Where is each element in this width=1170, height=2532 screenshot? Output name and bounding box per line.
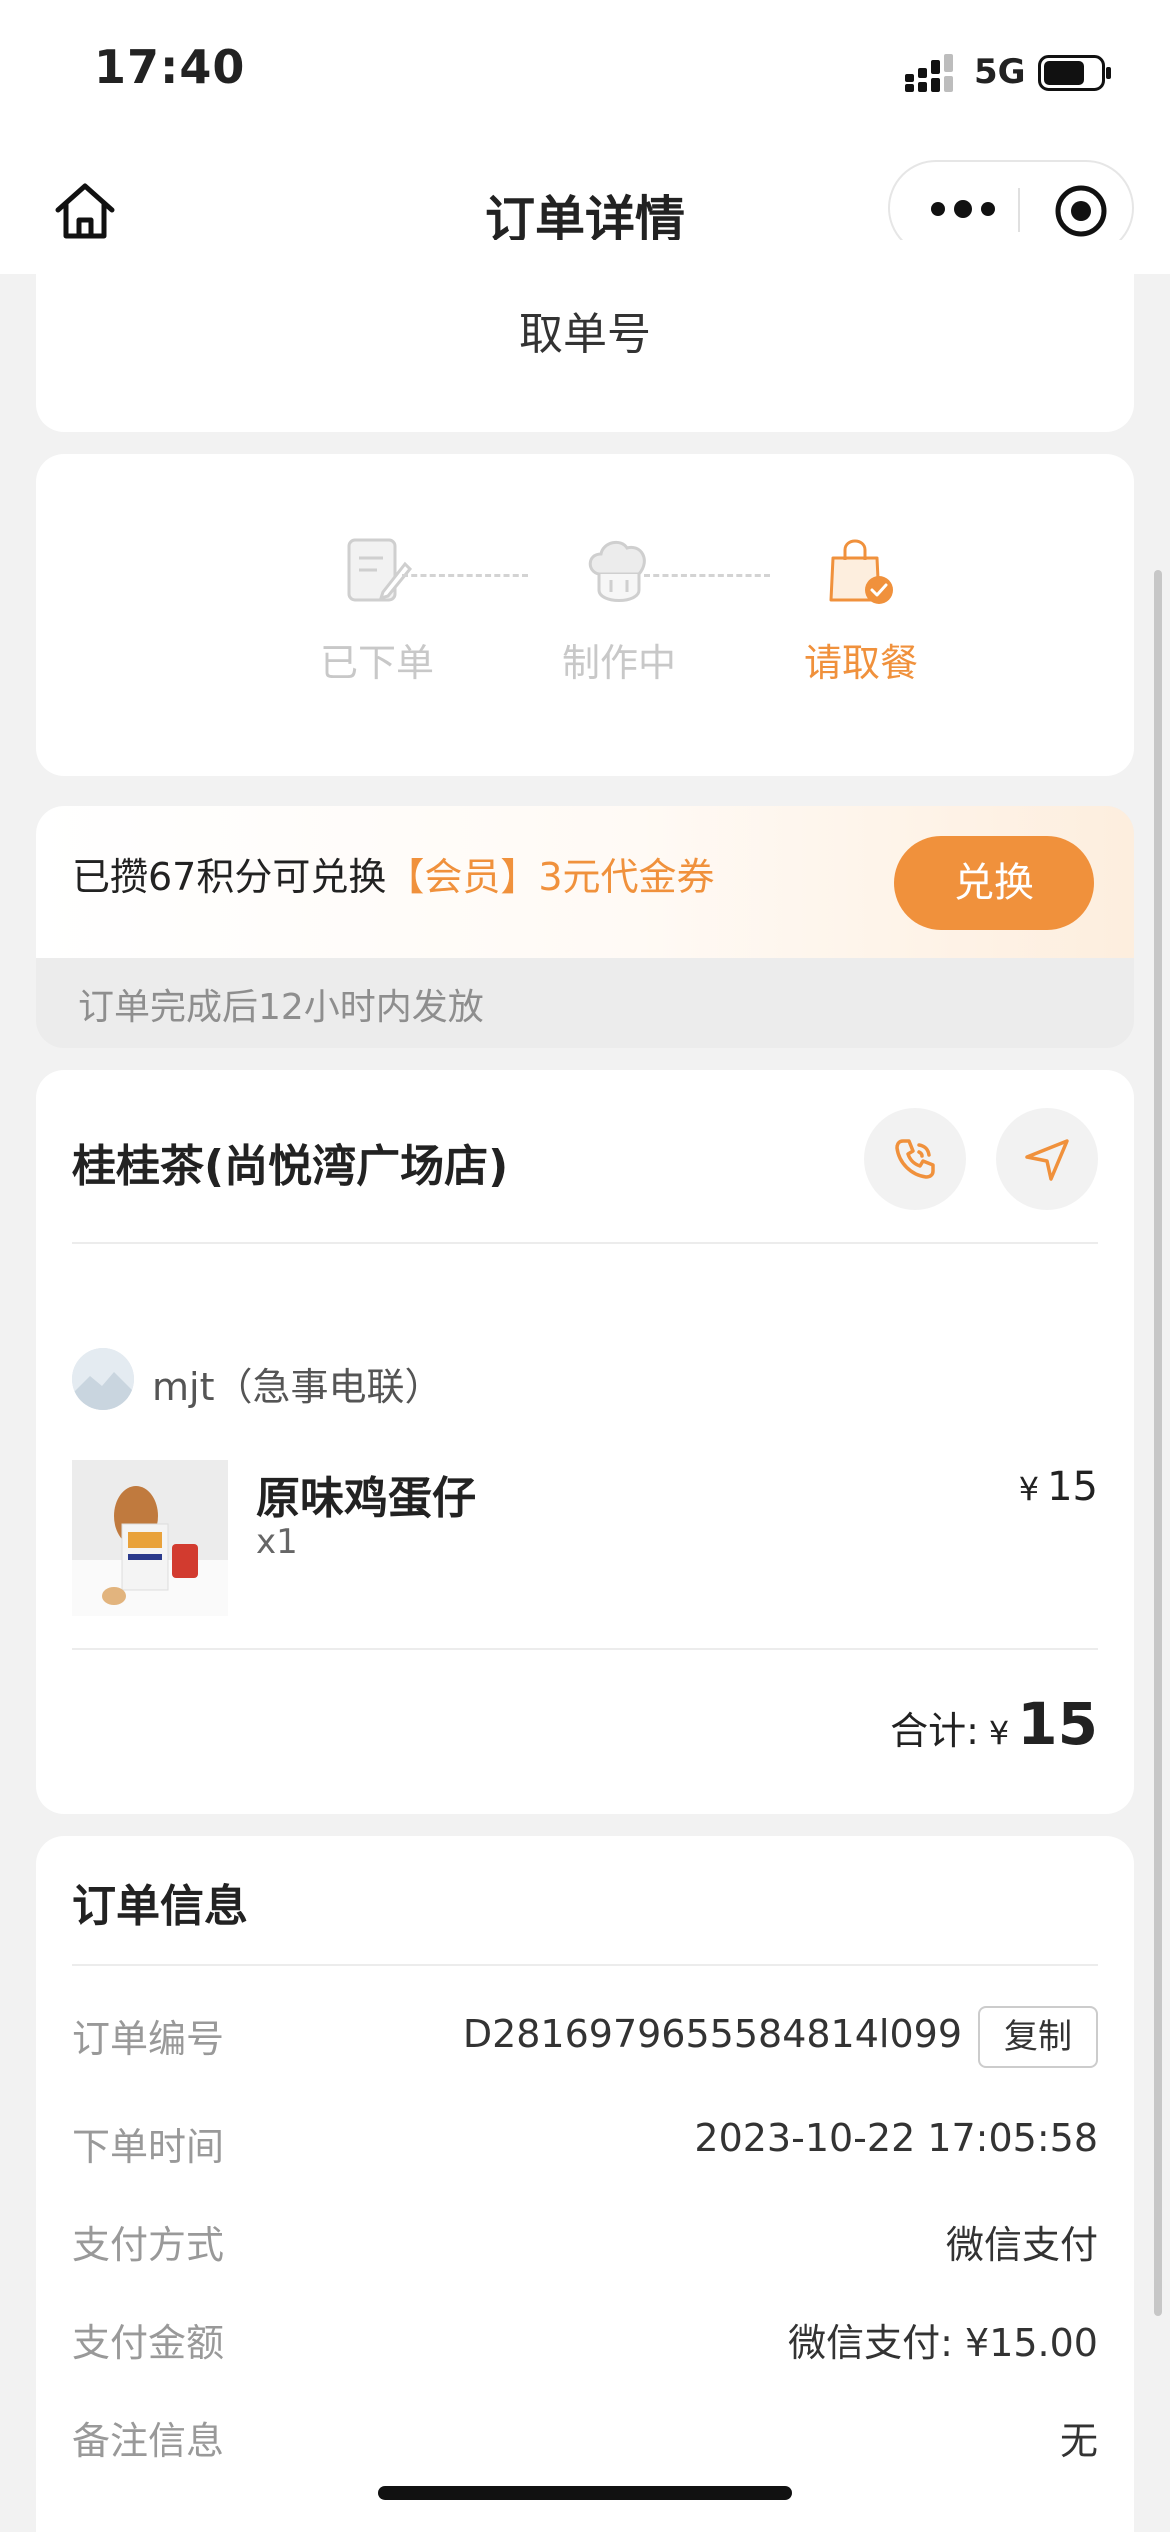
step-pickup: 请取餐 <box>786 534 936 687</box>
step-label: 请取餐 <box>803 641 918 685</box>
step-label: 制作中 <box>561 641 676 685</box>
pickup-label: 取单号 <box>519 309 651 360</box>
remark-label: 备注信息 <box>72 2419 225 2463</box>
home-indicator[interactable] <box>378 2486 792 2500</box>
total-amount: 15 <box>1017 1690 1098 1758</box>
price-value: 15 <box>1047 1464 1098 1510</box>
divider <box>72 1648 1098 1650</box>
progress-connector <box>644 574 770 577</box>
order-info-card: 订单信息 订单编号 D2816979655584814l099 复制 下单时间 … <box>36 1836 1134 2532</box>
order-time-value: 2023-10-22 17:05:58 <box>694 2116 1098 2160</box>
orderer-name: mjt（急事电联） <box>152 1365 443 1409</box>
points-banner: 已攒67积分可兑换【会员】3元代金券 兑换 订单完成后12小时内发放 <box>36 806 1134 1048</box>
points-top: 已攒67积分可兑换【会员】3元代金券 兑换 <box>36 806 1134 958</box>
order-info-title: 订单信息 <box>72 1881 248 1932</box>
chef-hat-icon <box>588 540 646 602</box>
order-number-value: D2816979655584814l099 <box>462 2012 962 2056</box>
store-name: 桂桂茶(尚悦湾广场店) <box>72 1141 509 1192</box>
currency-symbol: ¥ <box>1018 1470 1040 1508</box>
product-name: 原味鸡蛋仔 <box>256 1473 476 1524</box>
points-text: 已攒67积分可兑换【会员】3元代金券 <box>72 846 715 901</box>
order-time-label: 下单时间 <box>72 2125 225 2169</box>
progress-connector <box>402 574 528 577</box>
points-prefix: 已攒67积分可兑换 <box>72 855 387 899</box>
order-note-icon <box>347 538 413 602</box>
coupon-highlight: 【会员】3元代金券 <box>386 855 715 899</box>
payment-method-label: 支付方式 <box>72 2223 225 2267</box>
pickup-card: 取单号 <box>36 240 1134 432</box>
divider <box>72 1242 1098 1244</box>
target-icon[interactable] <box>1054 184 1108 238</box>
copy-button[interactable]: 复制 <box>978 2006 1098 2068</box>
navigation-icon <box>1025 1139 1069 1181</box>
capsule-divider <box>1018 188 1020 232</box>
product-photo <box>72 1460 228 1616</box>
store-card: 桂桂茶(尚悦湾广场店) mjt（急事电联） 原味鸡蛋仔 x1 ¥ 15 合计: … <box>36 1070 1134 1814</box>
navigate-store-button[interactable] <box>996 1108 1098 1210</box>
points-note: 订单完成后12小时内发放 <box>78 987 484 1028</box>
product-price: ¥15 <box>1019 1464 1098 1510</box>
redeem-button[interactable]: 兑换 <box>894 836 1094 930</box>
product-image <box>72 1460 228 1616</box>
avatar-image <box>72 1348 134 1410</box>
avatar <box>72 1348 134 1410</box>
step-making: 制作中 <box>544 534 694 687</box>
status-time: 17:40 <box>94 40 246 94</box>
order-progress: 已下单 制作中 请取餐 <box>36 454 1134 776</box>
network-type: 5G <box>974 52 1026 92</box>
divider <box>72 1964 1098 1966</box>
step-ordered: 已下单 <box>302 534 452 687</box>
order-number-label: 订单编号 <box>72 2017 225 2061</box>
more-icon[interactable] <box>928 194 998 224</box>
product-quantity: x1 <box>256 1522 298 1562</box>
call-store-button[interactable] <box>864 1108 966 1210</box>
scrollbar[interactable] <box>1154 570 1162 2316</box>
signal-icon <box>905 54 953 92</box>
status-bar: 17:40 5G <box>0 0 1170 150</box>
phone-icon <box>895 1139 935 1179</box>
shopping-bag-icon <box>829 539 893 604</box>
currency-symbol: ¥ <box>988 1714 1010 1752</box>
remark-value: 无 <box>1059 2419 1098 2463</box>
step-label: 已下单 <box>319 641 434 685</box>
total-label: 合计: <box>890 1709 979 1753</box>
order-total: 合计: ¥15 <box>890 1690 1098 1758</box>
payment-method-value: 微信支付 <box>945 2223 1098 2267</box>
battery-icon <box>1038 55 1111 91</box>
payment-amount-label: 支付金额 <box>72 2321 225 2365</box>
payment-amount-value: 微信支付: ¥15.00 <box>788 2321 1098 2365</box>
